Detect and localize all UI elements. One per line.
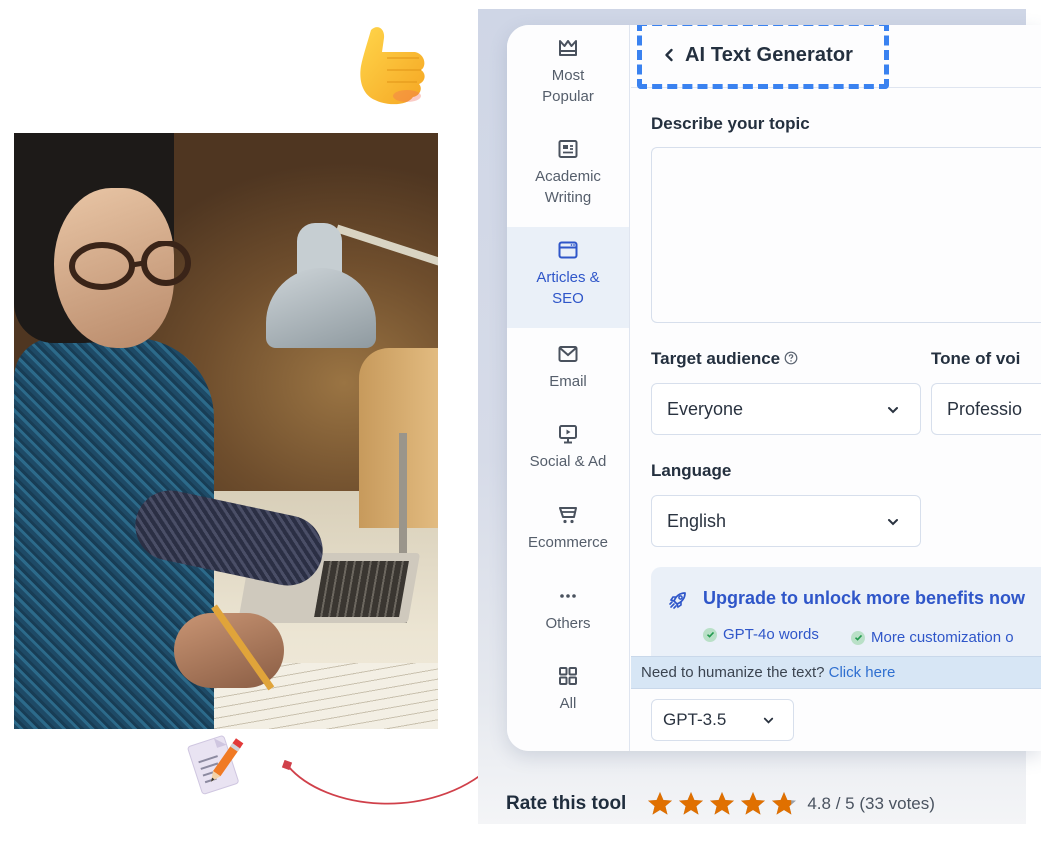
topic-label: Describe your topic [651,114,810,133]
title-highlight-box: AI Text Generator [637,25,889,89]
sidebar-item-ecommerce[interactable]: Ecommerce [507,504,629,564]
sidebar-item-most-popular[interactable]: Most Popular [507,37,629,127]
star-icon[interactable] [646,790,674,818]
check-circle-icon [851,630,865,645]
ai-text-generator-app: Most Popular Academic Writing Articles &… [507,25,1041,751]
target-audience-value: Everyone [667,398,744,419]
rating-stars[interactable] [646,790,801,818]
language-value: English [667,510,727,531]
sidebar-item-label: Email [549,373,587,390]
browser-window-icon [558,241,578,259]
sidebar-item-articles-seo[interactable]: Articles & SEO [507,227,629,328]
model-value: GPT-3.5 [663,710,727,729]
topic-textarea[interactable] [651,147,1041,323]
more-dots-icon [560,594,576,598]
humanize-text: Need to humanize the text? [641,664,825,681]
check-circle-icon [703,627,717,642]
benefit-item: More customization o [851,629,1014,646]
page-title: AI Text Generator [685,43,854,66]
hero-photo-woman-writing [14,133,438,729]
generator-content: AI Text Generator Describe your topic Ta… [631,25,1041,751]
photo-glasses [69,241,191,290]
sidebar-item-label: Most Popular [542,67,594,105]
grid-icon [559,667,577,685]
rating-label: Rate this tool [506,793,627,814]
benefit-item: GPT-4o words [703,626,819,643]
tone-of-voice-value: Professio [947,398,1023,419]
star-icon[interactable] [739,790,767,818]
sidebar-item-label: Social & Ad [529,453,607,470]
sidebar-item-others[interactable]: Others [507,585,629,645]
star-icon[interactable] [677,790,705,818]
benefit-text: GPT-4o words [723,626,819,643]
connector-arrow-icon [281,760,493,805]
sidebar-item-academic-writing[interactable]: Academic Writing [507,138,629,233]
category-sidebar: Most Popular Academic Writing Articles &… [507,25,630,751]
humanize-notice: Need to humanize the text? Click here [631,656,1041,689]
chevron-down-icon [888,407,898,414]
page-header: AI Text Generator [631,25,1041,89]
star-icon[interactable] [708,790,736,818]
presentation-play-icon [559,425,577,444]
benefit-text: More customization o [871,629,1014,646]
help-circle-icon[interactable] [784,351,798,365]
rating-value: 4.8 / 5 (33 votes) [807,794,935,813]
rating-widget: Rate this tool 4.8 / 5 (33 votes) [506,790,935,818]
id-card-icon [558,140,578,158]
chevron-down-icon [888,519,898,526]
tone-of-voice-select[interactable]: Professio [931,383,1041,435]
shopping-cart-icon [559,507,577,524]
sidebar-item-label: Others [545,615,591,632]
tone-of-voice-label: Tone of voi [931,349,1021,368]
target-audience-select[interactable]: Everyone [651,383,921,435]
language-select[interactable]: English [651,495,921,547]
crown-icon [559,40,577,56]
sidebar-item-label: Ecommerce [527,534,609,551]
upgrade-title: Upgrade to unlock more benefits now [703,588,1026,608]
sidebar-item-label: Academic Writing [535,168,601,206]
envelope-icon [558,346,578,362]
sidebar-item-all[interactable]: All [507,665,629,725]
rocket-icon [669,592,686,609]
chevron-down-icon [763,717,774,724]
sidebar-item-email[interactable]: Email [507,343,629,403]
humanize-click-here-link[interactable]: Click here [829,664,896,681]
memo-pencil-emoji-icon [187,735,244,795]
sidebar-item-label: Articles & SEO [536,269,600,307]
thumbs-up-emoji-icon [360,27,425,105]
chevron-left-icon[interactable] [662,48,676,62]
target-audience-label: Target audience [651,349,798,369]
language-label: Language [651,461,732,480]
model-select[interactable]: GPT-3.5 [651,699,794,741]
star-icon[interactable] [770,790,798,818]
photo-keyboard [314,561,409,617]
sidebar-item-social-ad[interactable]: Social & Ad [507,423,629,483]
target-audience-label-text: Target audience [651,349,781,368]
sidebar-item-label: All [559,695,577,712]
